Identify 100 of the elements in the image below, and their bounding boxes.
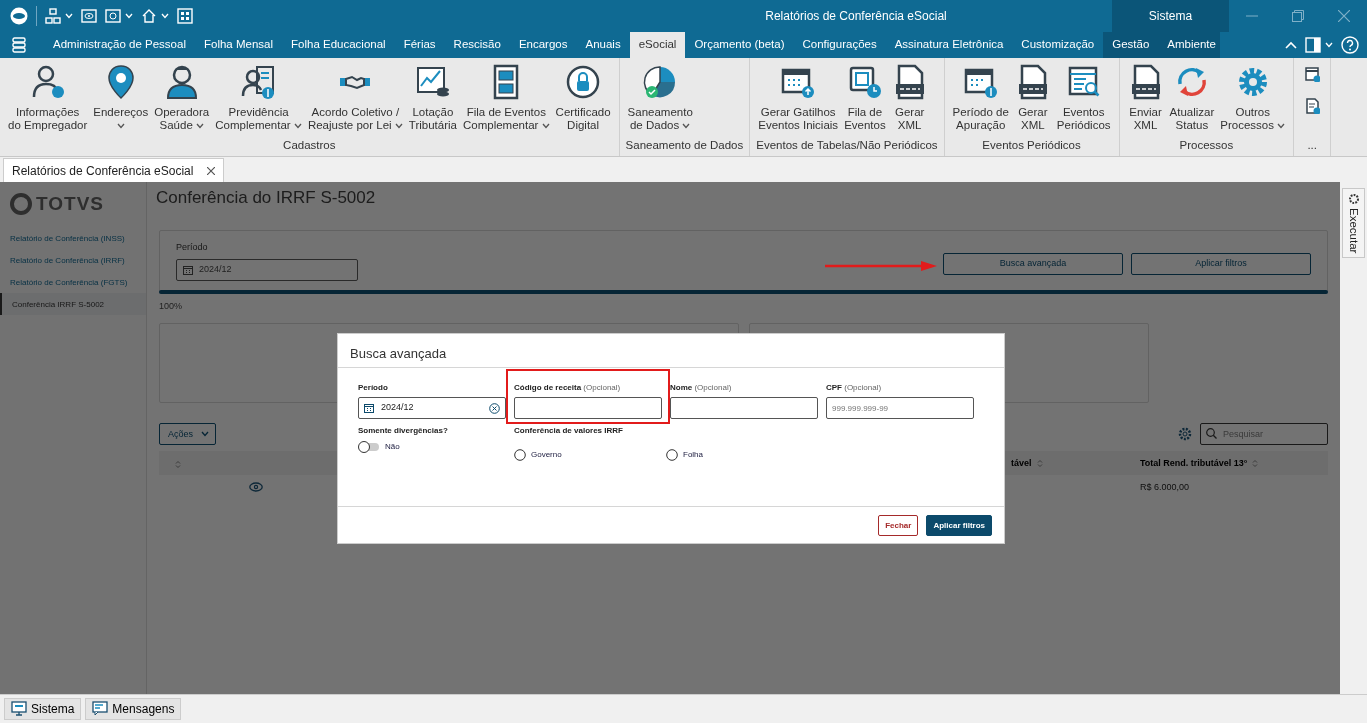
- app-logo-icon[interactable]: [10, 7, 28, 25]
- logo-text: TOTVS: [36, 192, 104, 216]
- ribbon-group-label: Processos: [1178, 137, 1235, 153]
- field-label: Período: [176, 241, 209, 255]
- ribbon-button[interactable]: Acordo Coletivo / Reajuste por Lei: [305, 58, 405, 137]
- search-icon: [1206, 428, 1217, 440]
- ribbon-button[interactable]: Gerar Gatilhos Eventos Iniciais: [756, 58, 841, 137]
- field-label: Período: [358, 382, 389, 393]
- ribbon-button[interactable]: Eventos Periódicos: [1054, 58, 1113, 137]
- message-icon: [92, 701, 109, 717]
- account-area[interactable]: Sistema: [1112, 0, 1229, 32]
- field-label: CPF (Opcional): [826, 382, 883, 393]
- apply-button[interactable]: Aplicar filtros: [926, 515, 992, 536]
- progress-reading: 100%: [159, 299, 184, 313]
- ribbon-group-label: Eventos Periódicos: [981, 137, 1082, 153]
- field-label: Código de receita (Opcional): [514, 382, 622, 393]
- menu-tab[interactable]: Folha Mensal: [194, 32, 282, 58]
- ribbon-button[interactable]: Gerar XML: [1012, 58, 1053, 137]
- monitor-icon: [11, 701, 27, 717]
- close-button[interactable]: Fechar: [878, 515, 919, 536]
- radio-label: Folha: [683, 449, 703, 461]
- ribbon-group-label: Cadastros: [282, 137, 337, 153]
- menu-tab[interactable]: Folha Educacional: [282, 32, 395, 58]
- help-icon[interactable]: [1341, 36, 1359, 54]
- collapse-ribbon-icon[interactable]: [1285, 41, 1297, 49]
- caret-icon: [161, 13, 169, 19]
- ribbon-group-label: Eventos de Tabelas/Não Periódicos: [756, 137, 938, 153]
- field-label: Nome (Opcional): [670, 382, 733, 393]
- table-cell-text: R$ 6.000,00: [1140, 480, 1191, 494]
- ribbon-button[interactable]: Operadora Saúde: [152, 58, 212, 137]
- radio-button[interactable]: [514, 449, 526, 461]
- caret-icon: [1325, 42, 1333, 48]
- menu-tab[interactable]: Customização: [1012, 32, 1104, 58]
- caret-icon: [201, 431, 209, 438]
- dashboard-icon[interactable]: [177, 8, 193, 24]
- logo-icon: [10, 193, 32, 216]
- toggle-switch[interactable]: [358, 441, 380, 453]
- menu-tab[interactable]: eSocial: [629, 32, 686, 58]
- ribbon-button[interactable]: Outros Processos: [1218, 58, 1288, 137]
- menu-tab[interactable]: Rescisão: [444, 32, 510, 58]
- clear-icon[interactable]: [489, 402, 500, 414]
- ribbon-button[interactable]: Informações do Empregador: [6, 58, 90, 137]
- ribbon-button[interactable]: Enviar XML: [1125, 58, 1166, 137]
- status-bar-button[interactable]: Sistema: [4, 698, 82, 720]
- ribbon-button[interactable]: Endereços: [91, 58, 151, 137]
- menu-tab[interactable]: Ambiente: [1158, 32, 1225, 58]
- menu-tab[interactable]: Encargos: [509, 32, 577, 58]
- period-field[interactable]: 2024/12: [358, 397, 506, 419]
- field-label: Somente divergências?: [358, 425, 449, 436]
- settings-icon: [1347, 193, 1360, 205]
- status-bar-button[interactable]: Mensagens: [85, 698, 182, 720]
- toggle-label: Não: [385, 441, 400, 453]
- menu-tab[interactable]: Administração de Pessoal: [44, 32, 195, 58]
- lock-icon: [565, 64, 602, 100]
- ribbon-button[interactable]: Período de Apuração: [950, 58, 1011, 137]
- document-tab[interactable]: Relatórios de Conferência eSocial: [3, 158, 225, 182]
- person-dollar-icon: [240, 64, 277, 100]
- refresh-icon[interactable]: [105, 8, 121, 24]
- view-icon[interactable]: [249, 482, 263, 493]
- menu-tab[interactable]: Configurações: [793, 32, 886, 58]
- close-icon[interactable]: [207, 166, 216, 175]
- radio-label: Governo: [531, 449, 562, 461]
- menu-tab[interactable]: Gestão: [1103, 32, 1159, 58]
- text-field[interactable]: [670, 397, 818, 419]
- column-header[interactable]: tável: [1011, 456, 1032, 471]
- settings-icon[interactable]: [1178, 427, 1192, 442]
- ribbon-button[interactable]: Certificado Digital: [553, 58, 613, 137]
- caret-icon: [65, 13, 73, 19]
- list-icon[interactable]: [1304, 66, 1321, 82]
- document-icon[interactable]: [1304, 98, 1321, 114]
- eye-icon[interactable]: [81, 8, 97, 24]
- hierarchy-icon[interactable]: [45, 8, 61, 24]
- ribbon-group-label: Saneamento de Dados: [625, 137, 744, 153]
- page-heading: Conferência do IRRF S-5002: [156, 188, 377, 209]
- menu-tab[interactable]: Férias: [394, 32, 445, 58]
- ribbon-button[interactable]: Fila de Eventos Complementar: [461, 58, 552, 137]
- text-field[interactable]: [514, 397, 662, 419]
- ribbon-button[interactable]: Gerar XML: [889, 58, 930, 137]
- ribbon-button[interactable]: Saneamento de Dados: [625, 58, 695, 137]
- ribbon-group-label: ...: [1306, 137, 1318, 153]
- menu-icon[interactable]: [12, 37, 26, 53]
- calendar-icon: [364, 403, 374, 413]
- layout-icon[interactable]: [1305, 37, 1321, 53]
- ribbon-button[interactable]: Fila de Eventos: [842, 58, 888, 137]
- field-label: Conferência de valores IRRF: [514, 425, 624, 436]
- ribbon-button[interactable]: Atualizar Status: [1167, 58, 1217, 137]
- restore-icon[interactable]: [1292, 10, 1304, 22]
- column-header[interactable]: Total Rend. tributável 13°: [1140, 456, 1248, 471]
- menu-tab[interactable]: Orçamento (beta): [685, 32, 794, 58]
- ribbon-button[interactable]: Previdência Complementar: [213, 58, 304, 137]
- window-title: Relatórios de Conferência eSocial: [764, 8, 948, 25]
- menu-tab[interactable]: Assinatura Eletrônica: [885, 32, 1013, 58]
- menu-tab[interactable]: Anuais: [576, 32, 630, 58]
- dialog-title: Busca avançada: [350, 346, 447, 361]
- caret-icon: [125, 13, 133, 19]
- radio-button[interactable]: [666, 449, 678, 461]
- home-icon[interactable]: [141, 8, 157, 24]
- text-field[interactable]: 999.999.999-99: [826, 397, 974, 419]
- ribbon-button[interactable]: Lotação Tributária: [406, 58, 459, 137]
- side-panel-tab[interactable]: Executar: [1342, 188, 1365, 259]
